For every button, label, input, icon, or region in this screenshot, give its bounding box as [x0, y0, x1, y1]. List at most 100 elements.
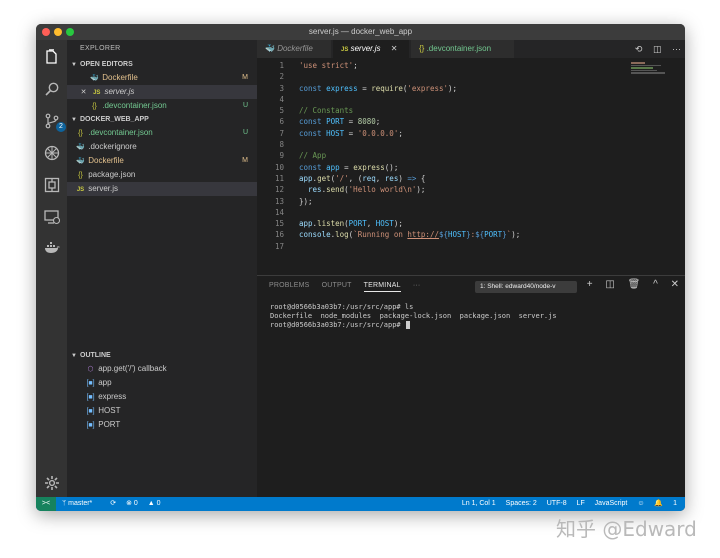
branch-indicator[interactable]: ᛘ master*	[62, 500, 100, 507]
close-window-button[interactable]	[42, 28, 50, 36]
language-mode[interactable]: JavaScript	[595, 500, 628, 507]
code-line: 1'use strict';	[279, 61, 358, 70]
code-line: 13});	[274, 196, 313, 206]
file-item-dockerfile[interactable]: 🐳 Dockerfile M	[67, 154, 257, 168]
code-editor[interactable]: 1'use strict'; 2 3 const express = requir…	[257, 60, 685, 252]
variable-icon: [■]	[86, 408, 95, 415]
docker-file-icon: 🐳	[76, 144, 85, 151]
code-line: 9// App	[279, 151, 327, 161]
outline-item[interactable]: [■] app	[67, 376, 257, 390]
file-item-package-json[interactable]: {} package.json	[67, 168, 257, 182]
file-item-dockerignore[interactable]: 🐳 .dockerignore	[67, 140, 257, 154]
variable-icon: [■]	[86, 422, 95, 429]
open-editor-item-devcontainer[interactable]: {} .devcontainer.json U	[67, 99, 257, 113]
code-line: 4	[279, 94, 284, 104]
outline-item[interactable]: [■] express	[67, 390, 257, 404]
open-editor-item-server-js[interactable]: ✕ JS server.js	[67, 85, 257, 99]
watermark: 知乎 @Edward	[556, 517, 697, 541]
json-file-icon: {}	[92, 103, 97, 110]
docker-file-icon: 🐳	[265, 44, 275, 53]
js-file-icon: JS	[341, 47, 349, 53]
bottom-panel: PROBLEMS OUTPUT TERMINAL ··· 1: Shell: e…	[257, 275, 685, 497]
tab-output[interactable]: OUTPUT	[322, 282, 352, 289]
terminal-output[interactable]: root@d0566b3a03b7:/usr/src/app# ls Docke…	[270, 303, 557, 330]
close-panel-icon[interactable]: ✕	[671, 279, 679, 290]
debug-icon[interactable]	[41, 142, 62, 163]
code-line: 12 res.send('Hello world\n');	[274, 185, 426, 195]
extensions-icon[interactable]	[41, 174, 62, 195]
js-file-icon: JS	[76, 187, 85, 193]
status-right: Ln 1, Col 1 Spaces: 2 UTF-8 LF JavaScrip…	[454, 497, 677, 511]
outline-header[interactable]: ▼ OUTLINE	[67, 349, 257, 362]
open-editors-header[interactable]: ▼ OPEN EDITORS	[67, 58, 257, 71]
terminal-cursor	[405, 321, 410, 329]
explorer-sidebar: EXPLORER ▼ OPEN EDITORS 🐳 Dockerfile M ✕ …	[67, 40, 257, 497]
docker-file-icon: 🐳	[90, 75, 99, 82]
minimap[interactable]	[631, 62, 671, 80]
scm-badge: 2	[56, 122, 66, 132]
activity-bar: 2	[36, 40, 67, 497]
minimize-window-button[interactable]	[54, 28, 62, 36]
sync-icon[interactable]: ⟳	[110, 500, 116, 507]
outline-section: ▼ OUTLINE ⬡ app.get('/') callback [■] app…	[67, 349, 257, 432]
remote-indicator[interactable]: ><	[36, 497, 56, 511]
outline-item[interactable]: [■] HOST	[67, 404, 257, 418]
indentation[interactable]: Spaces: 2	[506, 500, 537, 507]
terminal-shell-select[interactable]: 1: Shell: edward40/node-v	[475, 281, 577, 293]
variable-icon: [■]	[86, 394, 95, 401]
docker-icon[interactable]	[41, 236, 62, 257]
json-file-icon: {}	[78, 130, 83, 137]
js-file-icon: JS	[93, 90, 101, 96]
open-editor-item-dockerfile[interactable]: 🐳 Dockerfile M	[67, 71, 257, 85]
close-icon[interactable]: ✕	[391, 44, 398, 53]
settings-gear-icon[interactable]	[41, 472, 62, 493]
code-line: 16 console.log(`Running on http://${HOST}…	[274, 230, 521, 240]
search-icon[interactable]	[41, 78, 62, 99]
tab-terminal[interactable]: TERMINAL	[363, 282, 401, 292]
cursor-position[interactable]: Ln 1, Col 1	[462, 500, 496, 507]
end-of-line[interactable]: LF	[577, 500, 585, 507]
vscode-window: server.js — docker_web_app 2 EXPLORER ▼ …	[36, 24, 685, 511]
json-file-icon: {}	[419, 44, 425, 53]
code-line: 8	[279, 140, 284, 150]
file-item-server-js[interactable]: JS server.js	[67, 182, 257, 196]
terminal-line: root@d0566b3a03b7:/usr/src/app#	[270, 321, 557, 330]
more-actions-icon[interactable]: ···	[672, 44, 681, 54]
outline-item[interactable]: [■] PORT	[67, 418, 257, 432]
feedback-icon[interactable]: ☺	[637, 500, 644, 507]
new-terminal-icon[interactable]: +	[587, 279, 593, 290]
code-line: 7 const HOST = '0.0.0.0';	[279, 128, 403, 138]
terminal-line: Dockerfile node_modules package-lock.jso…	[270, 312, 557, 320]
compare-changes-icon[interactable]: ⟲	[635, 44, 643, 54]
remote-explorer-icon[interactable]	[41, 206, 62, 227]
status-left: ᛘ master* ⟳ ⊗ 0 ▲ 0	[62, 497, 177, 511]
explorer-icon[interactable]	[41, 46, 62, 67]
explorer-title: EXPLORER	[80, 45, 121, 52]
notifications-indicator[interactable]: 🔔 1	[654, 500, 677, 507]
tab-server-js[interactable]: JS server.js ✕	[333, 40, 410, 58]
maximize-window-button[interactable]	[66, 28, 74, 36]
outline-item[interactable]: ⬡ app.get('/') callback	[67, 362, 257, 376]
encoding[interactable]: UTF-8	[547, 500, 567, 507]
editor-area: 🐳 Dockerfile JS server.js ✕ {} .devconta…	[257, 40, 685, 275]
more-tabs-icon[interactable]: ···	[413, 282, 421, 289]
code-line: 3 const express = require('express');	[279, 83, 458, 93]
split-editor-icon[interactable]: ◫	[653, 44, 662, 54]
tab-problems[interactable]: PROBLEMS	[269, 282, 310, 289]
code-line: 15 app.listen(PORT, HOST);	[274, 219, 403, 229]
problems-indicator[interactable]: ⊗ 0 ▲ 0	[126, 500, 168, 507]
split-terminal-icon[interactable]: ◫	[605, 279, 614, 290]
source-control-icon[interactable]: 2	[41, 110, 66, 132]
maximize-panel-icon[interactable]: ^	[653, 279, 658, 290]
folder-header[interactable]: ▼ DOCKER_WEB_APP	[67, 113, 257, 126]
code-line: 14	[274, 207, 284, 217]
docker-file-icon: 🐳	[76, 158, 85, 165]
trash-icon[interactable]: 🗑	[628, 279, 641, 290]
close-icon[interactable]: ✕	[78, 86, 89, 100]
panel-actions: + ◫ 🗑 ^ ✕	[577, 279, 679, 290]
editor-tabs: 🐳 Dockerfile JS server.js ✕ {} .devconta…	[257, 40, 685, 58]
tab-devcontainer-json[interactable]: {} .devcontainer.json	[411, 40, 515, 58]
code-line: 6 const PORT = 8080;	[279, 117, 381, 127]
file-item-devcontainer[interactable]: {} .devcontainer.json U	[67, 126, 257, 140]
tab-dockerfile[interactable]: 🐳 Dockerfile	[257, 40, 332, 58]
